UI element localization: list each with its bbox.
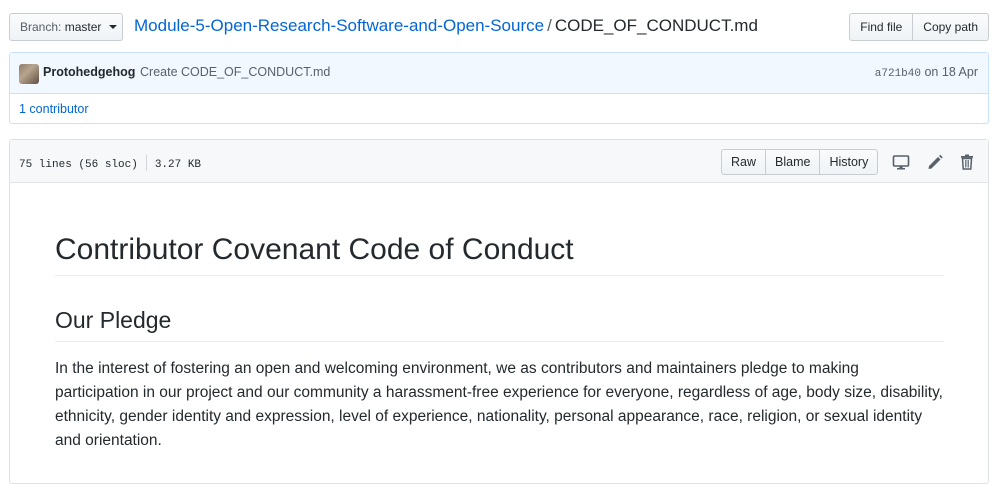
commit-tease: Protohedgehog Create CODE_OF_CONDUCT.md … — [9, 52, 989, 124]
trash-icon[interactable] — [958, 153, 976, 171]
caret-down-icon — [108, 25, 117, 29]
divider — [145, 155, 147, 171]
file-navigation: Branch: master Module-5-Open-Research-So… — [9, 13, 989, 43]
desktop-icon[interactable] — [892, 153, 910, 171]
file-actions: Raw Blame History — [721, 149, 879, 175]
file-info: 75 lines (56 sloc) 3.27 KB — [19, 155, 201, 171]
copy-path-button[interactable]: Copy path — [913, 13, 989, 41]
contributors-row: 1 contributor — [10, 94, 988, 124]
file-lines: 75 lines (56 sloc) — [19, 159, 138, 171]
section-paragraph: In the interest of fostering an open and… — [55, 360, 943, 449]
file-header: 75 lines (56 sloc) 3.27 KB Raw Blame Hist… — [10, 140, 988, 183]
commit-meta: a721b40 on 18 Apr — [875, 65, 978, 80]
blame-button[interactable]: Blame — [766, 149, 821, 175]
breadcrumb-file: CODE_OF_CONDUCT.md — [554, 16, 758, 35]
readme-title: Contributor Covenant Code of Conduct — [55, 231, 944, 276]
breadcrumb: Module-5-Open-Research-Software-and-Open… — [134, 16, 758, 36]
avatar[interactable] — [19, 64, 39, 84]
commit-row: Protohedgehog Create CODE_OF_CONDUCT.md … — [10, 53, 988, 94]
breadcrumb-repo-link[interactable]: Module-5-Open-Research-Software-and-Open… — [134, 16, 544, 35]
commit-author-link[interactable]: Protohedgehog — [43, 65, 135, 79]
history-button[interactable]: History — [820, 149, 879, 175]
commit-date: on 18 Apr — [924, 65, 978, 79]
breadcrumb-separator: / — [547, 16, 552, 35]
branch-name: master — [64, 20, 102, 34]
file-size: 3.27 KB — [154, 159, 202, 171]
section-heading: Our Pledge — [55, 305, 944, 342]
pencil-icon[interactable] — [926, 153, 944, 171]
branch-prefix: Branch: — [20, 20, 62, 34]
file-view: 75 lines (56 sloc) 3.27 KB Raw Blame Hist… — [9, 139, 989, 484]
file-nav-buttons: Find file Copy path — [849, 13, 989, 41]
raw-button[interactable]: Raw — [721, 149, 767, 175]
contributors-link[interactable]: 1 contributor — [19, 102, 88, 116]
find-file-button[interactable]: Find file — [849, 13, 914, 41]
branch-select-button[interactable]: Branch: master — [9, 13, 123, 41]
commit-message-link[interactable]: Create CODE_OF_CONDUCT.md — [140, 65, 330, 79]
commit-sha-link[interactable]: a721b40 — [875, 68, 921, 80]
